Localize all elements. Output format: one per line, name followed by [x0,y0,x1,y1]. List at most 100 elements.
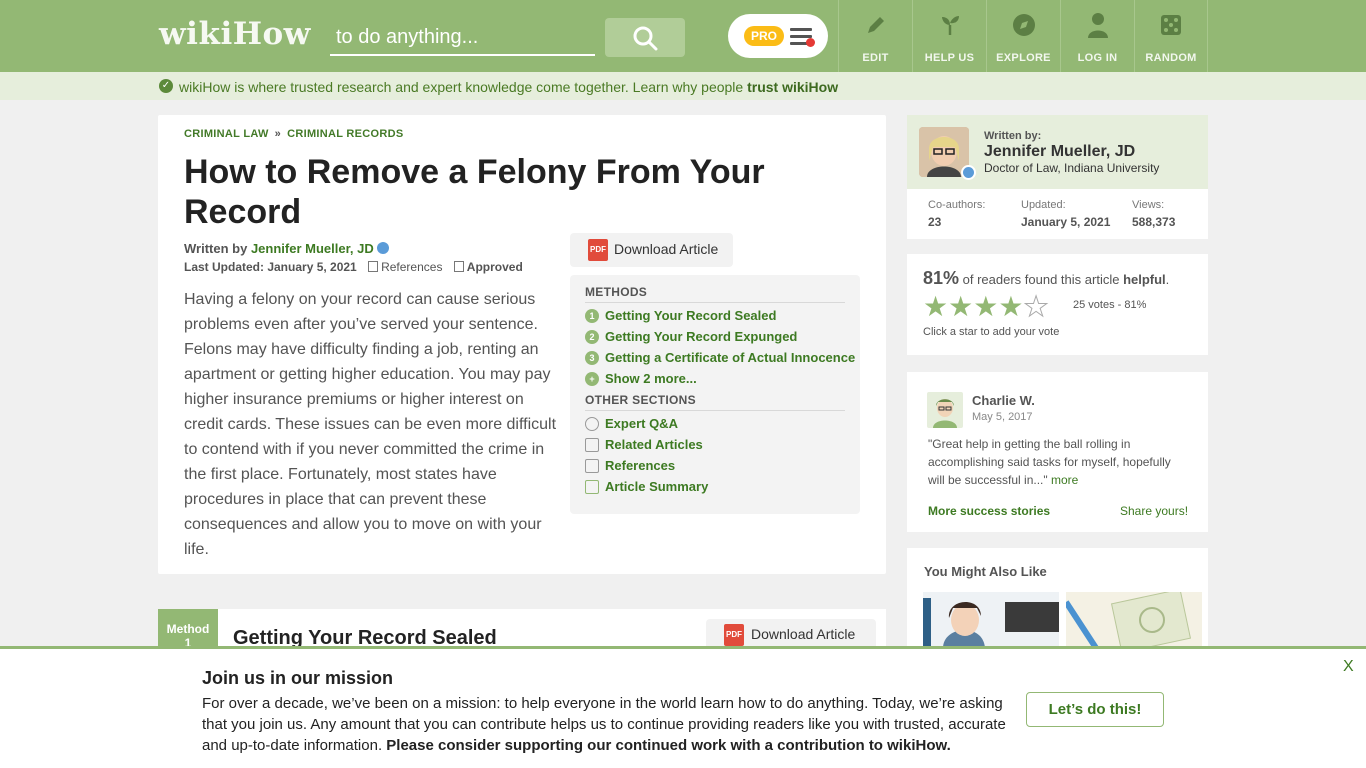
breadcrumb-criminal-law[interactable]: CRIMINAL LAW [184,128,269,140]
updated-label: Updated: [1021,199,1066,211]
star-icon[interactable]: ★ [948,293,973,321]
byline: Written by Jennifer Mueller, JD [184,241,389,256]
table-of-contents: METHODS 1 Getting Your Record Sealed 2 Get… [570,275,860,514]
toc-method-label: Getting Your Record Expunged [605,329,798,344]
last-updated: Last Updated: January 5, 2021 [184,260,357,274]
trust-wikihow-link[interactable]: trust wikiHow [747,79,838,95]
close-banner-button[interactable]: X [1343,658,1354,676]
method-number-badge: 1 [585,308,599,323]
verified-badge-icon [376,242,389,254]
nav-random[interactable]: RANDOM [1134,0,1208,72]
last-updated-line: Last Updated: January 5, 2021 References… [184,260,523,274]
helpful-percent: 81% [923,268,960,288]
reader-avatar [927,392,963,428]
search-button[interactable] [605,18,685,57]
star-rating: ★ ★ ★ ★ ★ [923,292,1049,321]
toc-expert-qa[interactable]: Expert Q&A [585,416,678,431]
share-yours-link[interactable]: Share yours! [1120,504,1188,518]
toc-divider [585,302,845,303]
updated-stat: Updated: January 5, 2021 [1021,199,1110,229]
donate-button[interactable]: Let’s do this! [1026,692,1164,727]
pdf-icon: PDF [724,624,744,646]
author-card: Written by: Jennifer Mueller, JD Doctor … [907,115,1208,239]
toc-related-articles[interactable]: Related Articles [585,437,703,452]
star-icon[interactable]: ★ [973,293,998,321]
coauthors-stat: Co-authors: 23 [928,199,985,229]
nav-random-label: RANDOM [1145,52,1197,64]
methods-heading: METHODS [585,285,648,299]
related-article-thumbnail[interactable] [923,592,1059,648]
star-icon[interactable]: ★ [923,293,948,321]
wikihow-logo[interactable]: wikiHow [159,16,311,52]
updated-value: January 5, 2021 [1021,215,1111,229]
approved-link[interactable]: Approved [453,260,523,274]
summary-icon [585,479,599,494]
author-link[interactable]: Jennifer Mueller, JD [251,241,374,256]
pro-menu-button[interactable]: PRO [728,14,828,58]
banner-heading: Join us in our mission [202,668,394,688]
logo-how: How [232,16,311,52]
toc-article-summary[interactable]: Article Summary [585,479,708,494]
views-value: 588,373 [1132,215,1176,229]
article-intro-card: CRIMINAL LAW » CRIMINAL RECORDS How to Rem… [158,115,886,574]
compass-icon [1012,12,1036,38]
nav-log-in[interactable]: LOG IN [1060,0,1134,72]
nav-explore[interactable]: EXPLORE [986,0,1060,72]
story-more-link[interactable]: more [1051,473,1078,487]
verified-badge-icon [961,165,976,180]
nav-edit[interactable]: EDIT [838,0,912,72]
toc-other-label: Expert Q&A [605,416,678,431]
reader-name: Charlie W. [972,393,1035,408]
story-quote-text: "Great help in getting the ball rolling … [928,437,1171,487]
toc-other-label: Article Summary [605,479,709,494]
search-icon [633,26,658,50]
toc-references[interactable]: References [585,458,675,473]
document-icon [585,437,599,452]
toc-method-2[interactable]: 2 Getting Your Record Expunged [585,329,797,344]
related-article-thumbnail[interactable] [1066,592,1202,648]
dice-icon [1160,12,1182,38]
breadcrumb: CRIMINAL LAW » CRIMINAL RECORDS [184,128,404,140]
vote-hint: Click a star to add your vote [923,326,1060,338]
toc-show-more[interactable]: + Show 2 more... [585,371,697,386]
references-link[interactable]: References [368,260,442,274]
views-stat: Views: 588,373 [1132,199,1175,229]
references-label: References [381,260,443,274]
star-icon[interactable]: ★ [998,293,1023,321]
related-articles-title: You Might Also Like [924,564,1047,579]
breadcrumb-criminal-records[interactable]: CRIMINAL RECORDS [287,128,403,140]
written-by-label: Written by: [984,130,1042,142]
download-article-button[interactable]: PDF Download Article [570,233,733,267]
check-circle-icon: ✓ [159,79,173,93]
method-1-header: Method 1 Getting Your Record Sealed PDF D… [158,609,886,651]
toc-method-label: Getting Your Record Sealed [605,308,777,323]
toc-other-label: References [605,458,676,473]
toc-divider [585,410,845,411]
user-icon [1086,12,1110,38]
site-header: wikiHow to do anything... PRO EDIT HELP … [0,0,1366,72]
clipboard-icon [368,261,379,272]
article-intro: Having a felony on your record can cause… [184,291,557,558]
helpful-bold: helpful [1123,272,1166,287]
article-title: How to Remove a Felony From Your Record [184,153,765,231]
nav-explore-label: EXPLORE [996,52,1051,64]
toc-other-label: Related Articles [605,437,703,452]
author-credential: Doctor of Law, Indiana University [984,161,1160,175]
more-success-stories-link[interactable]: More success stories [928,504,1050,518]
breadcrumb-separator: » [274,128,282,140]
plus-icon: + [585,371,599,386]
author-name[interactable]: Jennifer Mueller, JD [984,143,1135,161]
pdf-icon: PDF [588,239,608,261]
approved-label: Approved [466,260,523,274]
notification-dot-icon [806,38,815,47]
check-icon [453,261,464,272]
toc-method-1[interactable]: 1 Getting Your Record Sealed [585,308,776,323]
star-empty-icon[interactable]: ★ [1023,292,1049,321]
success-story-card: Charlie W. May 5, 2017 "Great help in ge… [907,372,1208,532]
download-label: Download Article [751,626,856,642]
nav-help-us[interactable]: HELP US [912,0,986,72]
search-input[interactable]: to do anything... [330,22,595,56]
coauthors-label: Co-authors: [928,199,986,211]
toc-method-3[interactable]: 3 Getting a Certificate of Actual Innocen… [585,350,855,365]
pencil-icon [864,12,888,38]
